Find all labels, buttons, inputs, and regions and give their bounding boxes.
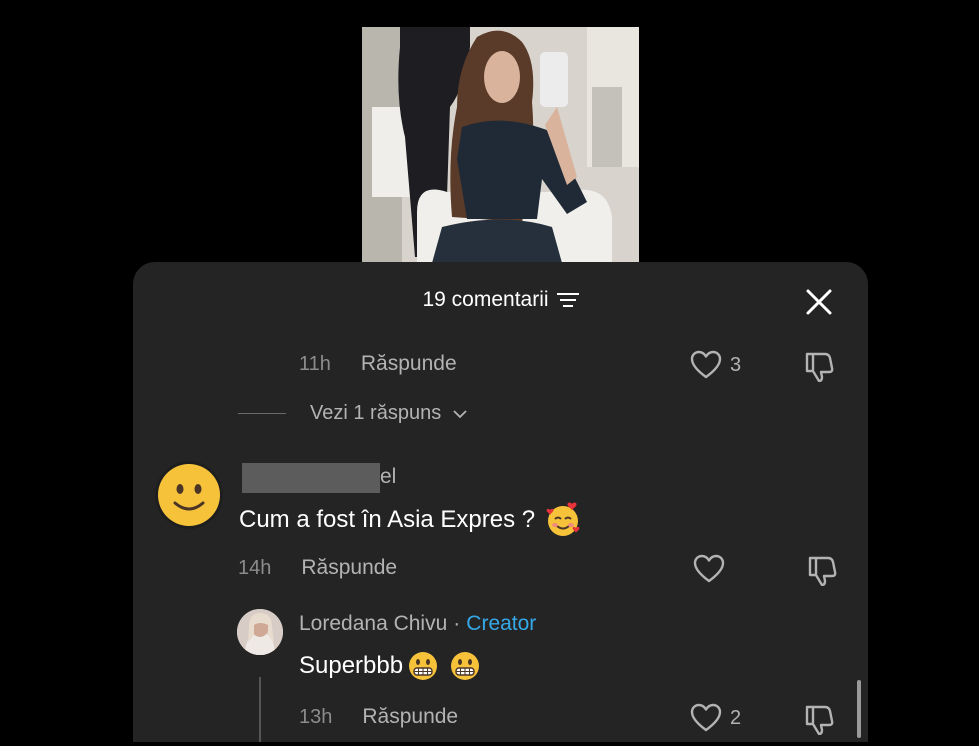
reply-time: 13h xyxy=(299,705,333,728)
comment-count-title: 19 comentarii xyxy=(422,288,549,311)
like-count: 3 xyxy=(730,353,742,376)
comment-text: Cum a fost în Asia Expres ? xyxy=(239,506,536,533)
avatar[interactable] xyxy=(155,461,223,529)
comments-sheet: 19 comentarii 11h Răspunde 3 Vezi 1 răsp… xyxy=(133,262,868,742)
view-replies-label: Vezi 1 răspuns xyxy=(310,402,442,424)
like-button[interactable] xyxy=(693,554,733,584)
reply-button[interactable]: Răspunde xyxy=(361,352,457,376)
reply-meta-row: 13h Răspunde xyxy=(299,705,458,729)
smiley-avatar-icon xyxy=(158,464,220,526)
heart-icon xyxy=(690,703,722,732)
divider-line xyxy=(238,413,286,414)
sheet-header: 19 comentarii xyxy=(133,286,868,314)
like-button[interactable]: 2 xyxy=(690,703,741,733)
comment-time: 14h xyxy=(238,556,272,579)
redacted-username xyxy=(242,463,380,493)
view-replies-button[interactable]: Vezi 1 răspuns xyxy=(238,402,467,425)
reply-text: Superbbb xyxy=(299,652,404,679)
creator-avatar-photo xyxy=(237,609,283,655)
creator-badge: Creator xyxy=(466,612,537,635)
creator-avatar[interactable] xyxy=(237,609,283,655)
sort-filter-icon[interactable] xyxy=(556,292,579,308)
comment-meta-row: 14h Răspunde xyxy=(238,556,397,580)
comment-time: 11h xyxy=(299,352,331,375)
reply-thread-line xyxy=(259,677,261,742)
scrollbar[interactable] xyxy=(857,680,861,738)
author-separator: · xyxy=(453,612,461,635)
smiling-face-with-hearts-icon xyxy=(546,502,580,536)
dislike-icon[interactable] xyxy=(803,703,835,735)
reply-body: Superbbb xyxy=(299,650,481,682)
close-icon[interactable] xyxy=(803,286,835,318)
username-suffix: el xyxy=(380,465,397,488)
reply-button[interactable]: Răspunde xyxy=(362,705,458,729)
chevron-down-icon xyxy=(453,409,467,418)
heart-icon xyxy=(690,350,722,379)
reply-author-name[interactable]: Loredana Chivu xyxy=(299,612,447,636)
reply-button[interactable]: Răspunde xyxy=(301,556,397,580)
like-button[interactable]: 3 xyxy=(690,350,741,380)
heart-icon xyxy=(693,554,725,583)
dislike-icon[interactable] xyxy=(803,350,835,382)
comment-meta-row: 11h Răspunde xyxy=(299,352,457,376)
dislike-icon[interactable] xyxy=(806,554,838,586)
grimacing-face-icon xyxy=(451,652,480,680)
grimacing-face-icon xyxy=(409,652,438,680)
selfie-photo xyxy=(362,27,639,263)
video-thumbnail[interactable] xyxy=(362,27,639,263)
comment-body: Cum a fost în Asia Expres ? xyxy=(239,502,581,538)
reply-author-line: Loredana Chivu · Creator xyxy=(299,612,536,636)
like-count: 2 xyxy=(730,706,742,729)
